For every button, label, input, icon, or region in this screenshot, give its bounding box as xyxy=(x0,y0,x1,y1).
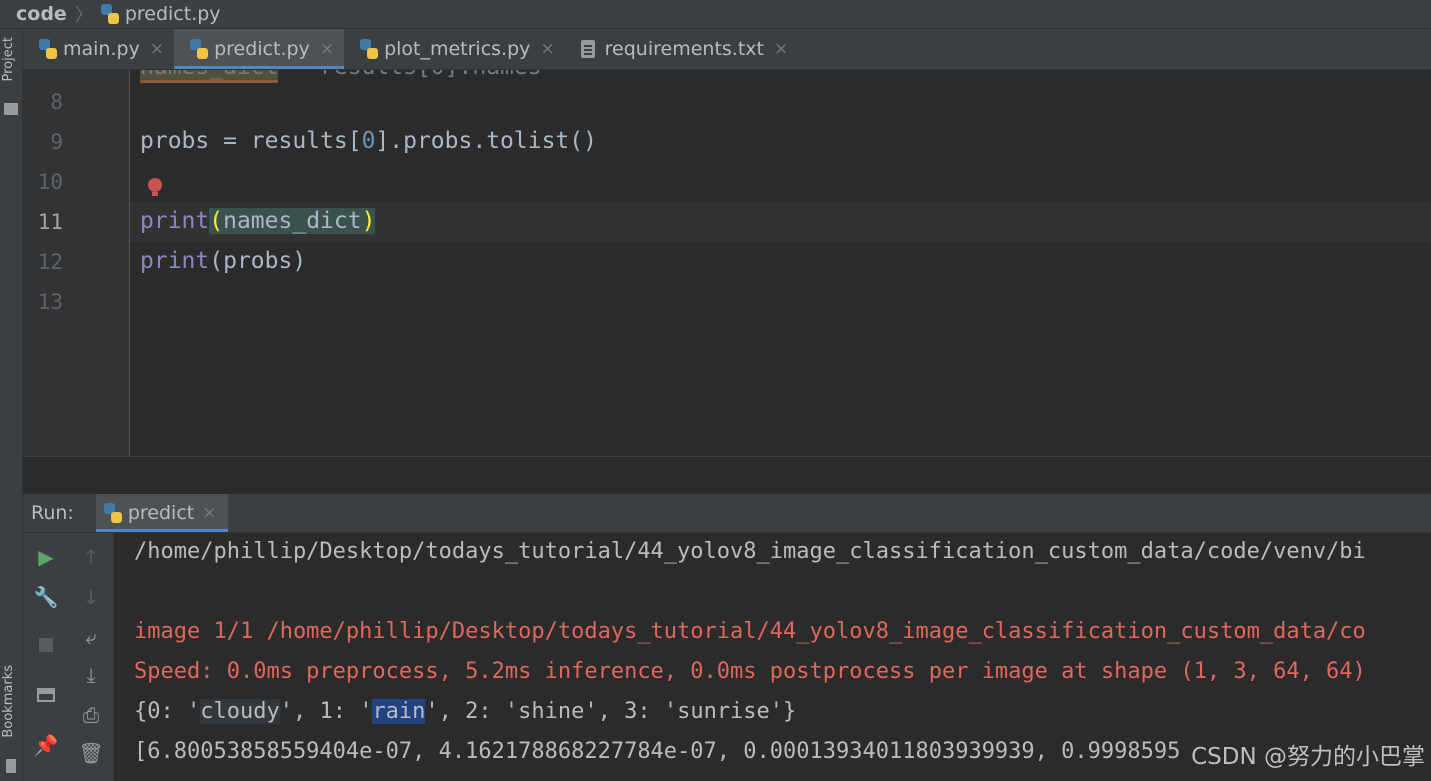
stop-icon[interactable] xyxy=(34,633,58,657)
soft-wrap-icon[interactable]: ⤶ xyxy=(79,625,103,649)
bookmark-icon xyxy=(6,759,16,773)
line-number: 13 xyxy=(37,290,63,314)
breadcrumb: code 〉 predict.py xyxy=(0,0,1431,29)
folder-icon xyxy=(4,103,18,115)
trash-icon[interactable]: 🗑 xyxy=(78,741,103,765)
run-label: Run: xyxy=(31,502,74,524)
console-line: image 1/1 /home/phillip/Desktop/todays_t… xyxy=(134,619,1366,644)
tab-main-py[interactable]: main.py × xyxy=(23,29,174,69)
project-tool-window-button[interactable]: Project xyxy=(1,37,16,81)
left-tool-strip: Project Bookmarks xyxy=(0,29,23,781)
code-line-9: probs = results[0].probs.tolist() xyxy=(140,128,597,154)
line-number: 11 xyxy=(37,210,63,234)
bookmarks-tool-window-button[interactable]: Bookmarks xyxy=(1,665,16,738)
code-editor[interactable]: names_dict = results[0].names 8 9 10 11 … xyxy=(23,70,1431,456)
tab-plot-metrics-py[interactable]: plot_metrics.py × xyxy=(344,29,565,69)
line-number: 8 xyxy=(50,90,63,114)
layout-icon[interactable] xyxy=(34,683,58,707)
close-icon[interactable]: × xyxy=(150,39,164,59)
console-line: [6.80053858559404e-07, 4.162178868227784… xyxy=(134,739,1181,764)
tab-predict-py[interactable]: predict.py × xyxy=(174,29,345,69)
console-line: /home/phillip/Desktop/todays_tutorial/44… xyxy=(134,539,1366,564)
partial-code-line: names_dict = results[0].names xyxy=(140,70,542,83)
text-file-icon xyxy=(580,40,595,58)
run-tab-label: predict xyxy=(127,502,195,524)
run-toolbar-primary: ▶ 🔧 📌 xyxy=(23,533,68,781)
panel-splitter[interactable] xyxy=(23,456,1431,495)
tab-label: requirements.txt xyxy=(604,38,764,60)
editor-tab-bar: main.py × predict.py × plot_metrics.py ×… xyxy=(23,29,1431,70)
pin-icon[interactable]: 📌 xyxy=(34,733,59,757)
breadcrumb-file[interactable]: predict.py xyxy=(100,3,221,25)
close-icon[interactable]: × xyxy=(540,39,554,59)
tab-label: plot_metrics.py xyxy=(384,38,531,60)
console-line: {0: 'cloudy', 1: 'rain', 2: 'shine', 3: … xyxy=(134,699,797,724)
settings-wrench-icon[interactable]: 🔧 xyxy=(34,585,59,609)
close-icon[interactable]: × xyxy=(202,503,216,523)
python-file-icon xyxy=(190,39,209,59)
line-number: 12 xyxy=(37,250,63,274)
line-number: 10 xyxy=(37,170,63,194)
up-arrow-icon[interactable]: ↑ xyxy=(79,545,103,569)
breadcrumb-separator-icon: 〉 xyxy=(74,5,93,26)
tab-label: main.py xyxy=(63,38,140,60)
python-file-icon xyxy=(39,39,57,59)
breadcrumb-file-label: predict.py xyxy=(124,3,221,25)
code-line-11: print(names_dict) xyxy=(140,208,376,234)
print-icon[interactable]: ⎙ xyxy=(79,703,103,727)
rerun-icon[interactable]: ▶ xyxy=(34,545,58,569)
close-icon[interactable]: × xyxy=(774,39,788,59)
tab-requirements-txt[interactable]: requirements.txt × xyxy=(565,29,799,69)
warning-bulb-icon[interactable] xyxy=(148,178,162,196)
run-panel-header: Run: predict × xyxy=(23,494,1431,533)
code-line-12: print(probs) xyxy=(140,248,307,274)
watermark: CSDN @努力的小巴掌 xyxy=(1191,744,1425,770)
console-line: Speed: 0.0ms preprocess, 5.2ms inference… xyxy=(134,659,1366,684)
python-file-icon xyxy=(360,39,379,59)
breadcrumb-root[interactable]: code xyxy=(16,3,67,25)
python-file-icon xyxy=(100,4,119,24)
scroll-to-end-icon[interactable]: ⤓ xyxy=(79,663,103,687)
run-tab-predict[interactable]: predict × xyxy=(95,494,229,532)
line-number: 9 xyxy=(50,130,63,154)
python-file-icon xyxy=(103,503,122,523)
close-icon[interactable]: × xyxy=(320,39,334,59)
run-toolbar-secondary: ↑ ↓ ⤶ ⤓ ⎙ 🗑 xyxy=(68,533,114,781)
tab-label: predict.py xyxy=(214,38,310,60)
down-arrow-icon[interactable]: ↓ xyxy=(79,585,103,609)
